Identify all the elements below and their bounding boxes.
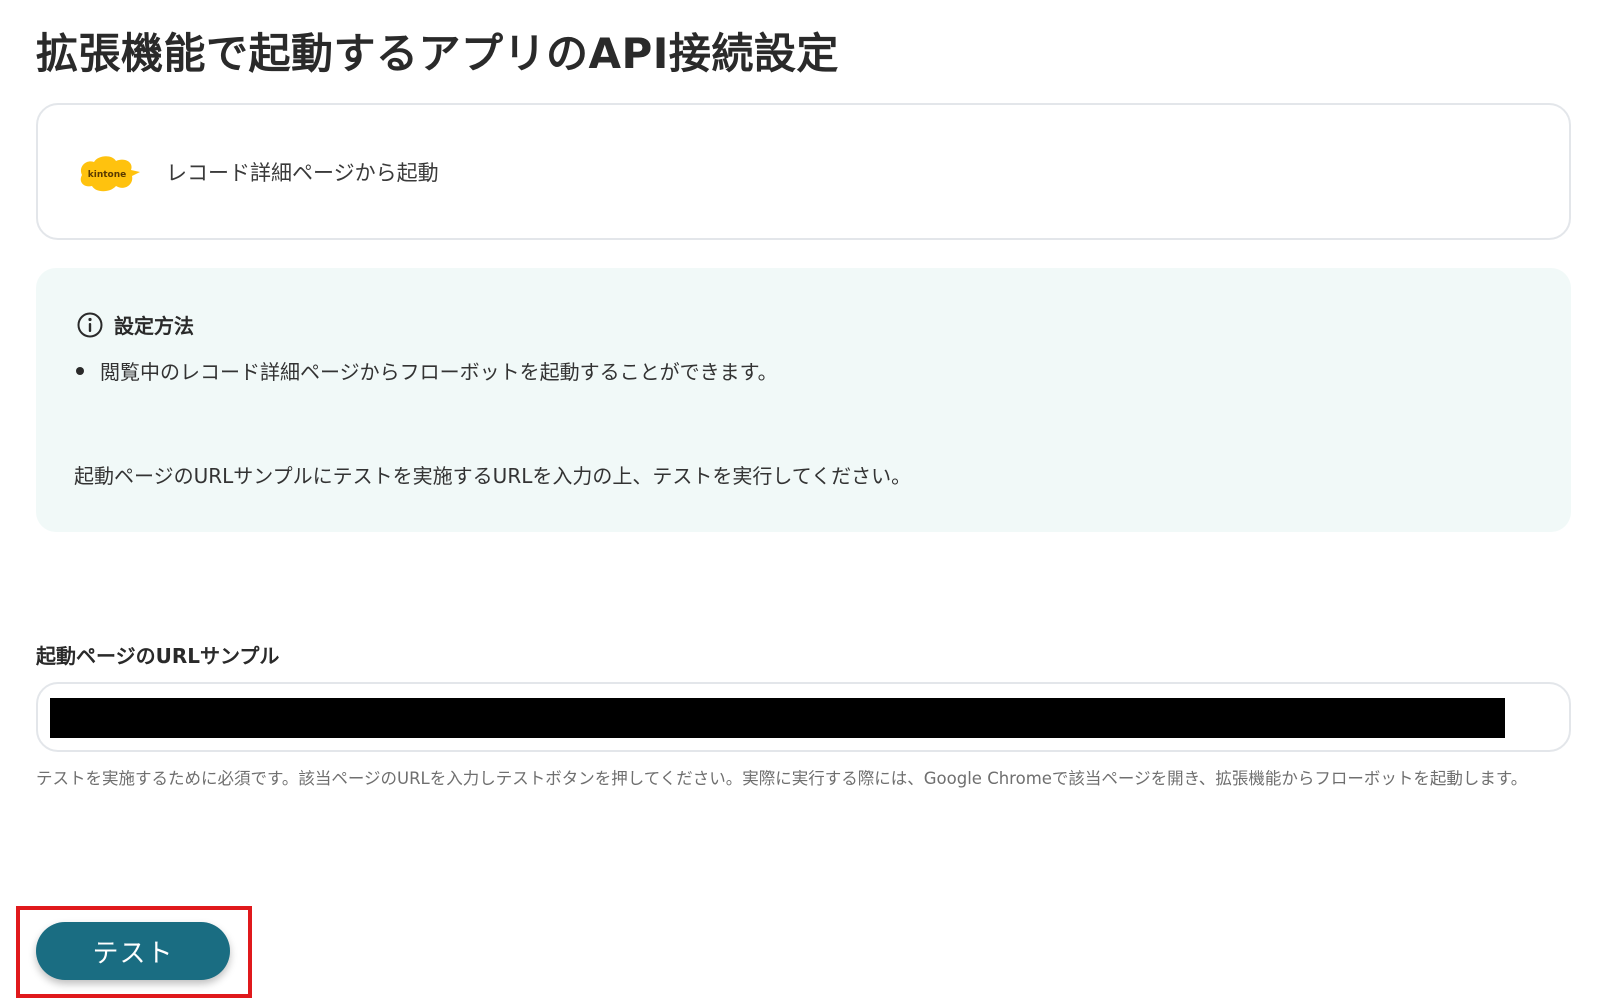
bullet-icon (76, 366, 84, 375)
trigger-label: レコード詳細ページから起動 (166, 161, 439, 185)
info-icon (77, 312, 103, 337)
kintone-logo-icon: kintone (80, 156, 140, 192)
page-title: 拡張機能で起動するアプリのAPI接続設定 (36, 29, 839, 78)
info-heading-text: 設定方法 (114, 314, 194, 338)
test-button[interactable]: テスト (36, 922, 230, 980)
info-heading: 設定方法 (76, 310, 194, 339)
trigger-card[interactable]: kintone レコード詳細ページから起動 (36, 103, 1571, 240)
svg-text:kintone: kintone (88, 170, 126, 180)
url-field-label: 起動ページのURLサンプル (36, 644, 280, 668)
info-bullet: 閲覧中のレコード詳細ページからフローボットを起動することができます。 (76, 356, 778, 385)
url-sample-input[interactable] (50, 698, 1505, 738)
info-bullet-text: 閲覧中のレコード詳細ページからフローボットを起動することができます。 (100, 360, 778, 384)
info-note: 起動ページのURLサンプルにテストを実施するURLを入力の上、テストを実行してく… (74, 464, 912, 488)
url-input-wrapper (36, 682, 1571, 752)
url-field-help-text: テストを実施するために必須です。該当ページのURLを入力しテストボタンを押してく… (36, 769, 1528, 788)
info-box: 設定方法 閲覧中のレコード詳細ページからフローボットを起動することができます。 … (36, 268, 1571, 532)
